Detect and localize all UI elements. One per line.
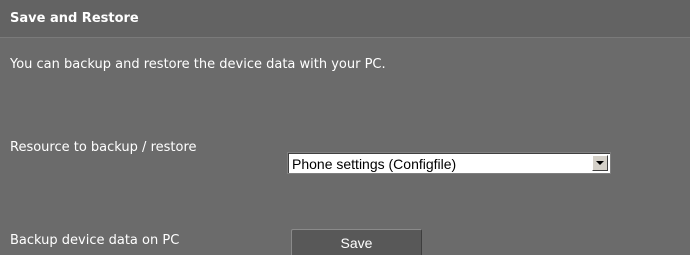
resource-select[interactable]: Phone settings (Configfile) [287,152,611,174]
backup-label: Backup device data on PC [10,233,180,248]
save-button-label: Save [340,235,373,251]
section-description: You can backup and restore the device da… [10,57,386,72]
resource-select-value: Phone settings (Configfile) [292,156,457,172]
save-button[interactable]: Save [291,229,422,255]
section-header: Save and Restore [0,0,690,38]
save-restore-panel: Save and Restore You can backup and rest… [0,0,690,255]
chevron-down-icon[interactable] [592,155,608,171]
resource-label: Resource to backup / restore [10,140,197,155]
section-title: Save and Restore [10,11,139,26]
